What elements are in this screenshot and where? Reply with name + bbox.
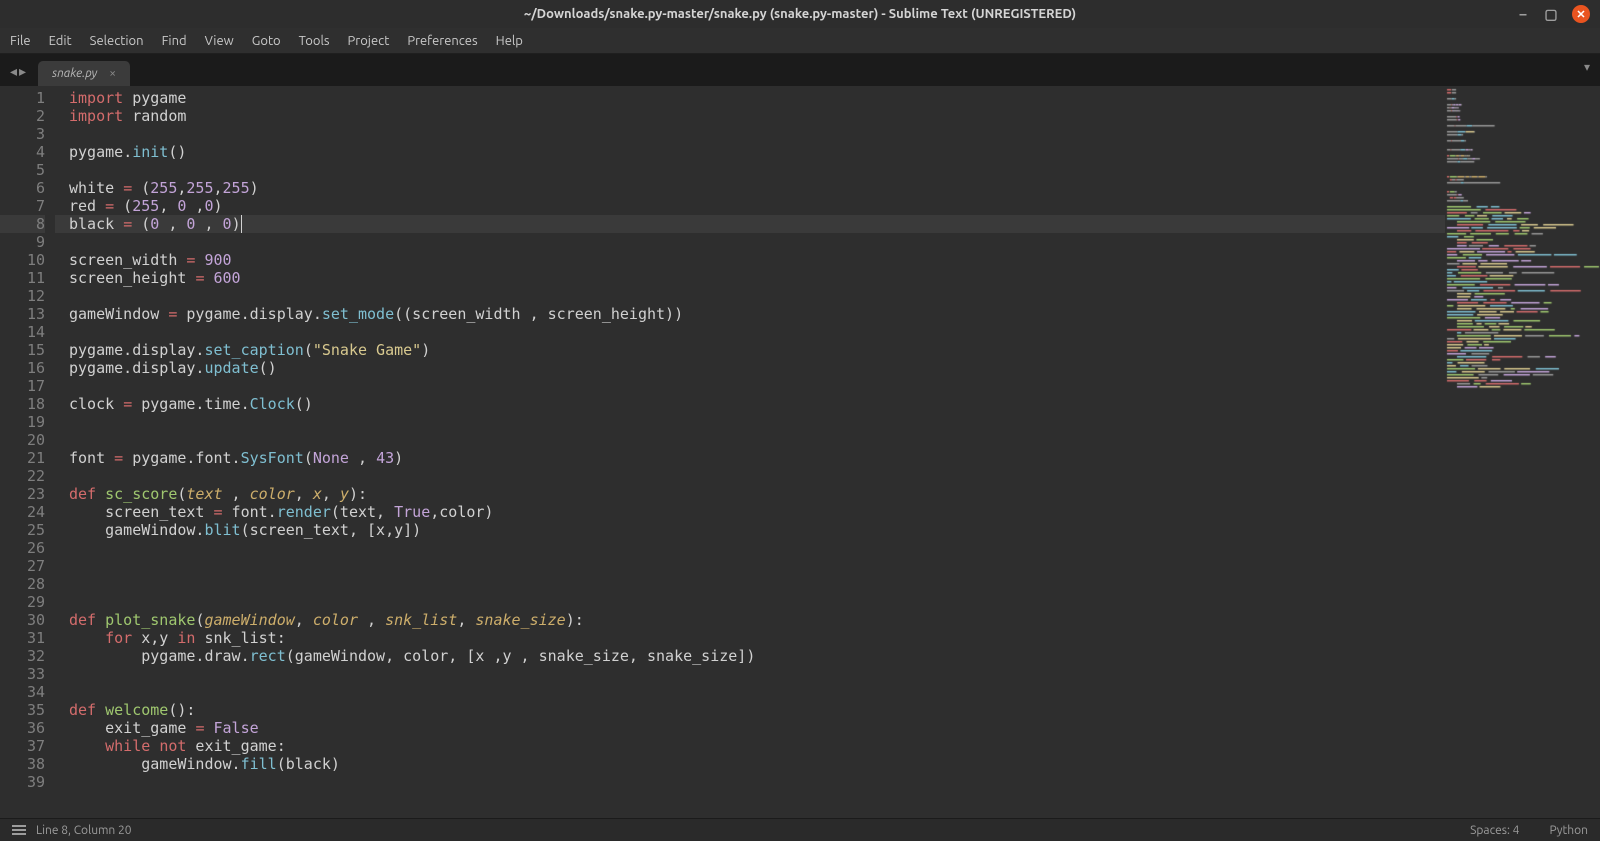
tab-overflow-icon[interactable]: ▾ [1584,60,1590,74]
code-text-area[interactable]: import pygameimport random pygame.init()… [55,86,1445,818]
tab-label: snake.py [52,67,97,80]
menu-view[interactable]: View [205,34,234,48]
menu-selection[interactable]: Selection [90,34,144,48]
menu-find[interactable]: Find [162,34,187,48]
window-titlebar: ~/Downloads/snake.py-master/snake.py (sn… [0,0,1600,28]
sidebar-toggle-icon[interactable] [12,823,26,837]
status-syntax[interactable]: Python [1549,824,1588,837]
line-number-gutter: 1234567891011121314151617181920212223242… [0,86,55,818]
menu-file[interactable]: File [10,34,31,48]
tab-bar: ◂ ▸ snake.py × ▾ [0,54,1600,86]
menu-help[interactable]: Help [496,34,523,48]
tab-snake-py[interactable]: snake.py × [38,61,130,86]
tab-close-icon[interactable]: × [109,67,116,80]
tab-nav-next-icon[interactable]: ▸ [19,63,26,80]
menu-project[interactable]: Project [348,34,390,48]
minimap[interactable] [1445,86,1600,818]
close-icon[interactable]: ✕ [1572,5,1590,23]
status-cursor-position[interactable]: Line 8, Column 20 [36,824,132,837]
window-title: ~/Downloads/snake.py-master/snake.py (sn… [524,7,1076,21]
maximize-icon[interactable]: ▢ [1544,7,1558,21]
tab-nav-prev-icon[interactable]: ◂ [10,63,17,80]
menu-tools[interactable]: Tools [299,34,330,48]
menu-goto[interactable]: Goto [252,34,281,48]
status-indentation[interactable]: Spaces: 4 [1470,824,1519,837]
editor-area[interactable]: 1234567891011121314151617181920212223242… [0,86,1600,818]
menubar: File Edit Selection Find View Goto Tools… [0,28,1600,54]
minimize-icon[interactable]: – [1516,7,1530,21]
menu-edit[interactable]: Edit [49,34,72,48]
status-bar: Line 8, Column 20 Spaces: 4 Python [0,818,1600,841]
menu-preferences[interactable]: Preferences [407,34,477,48]
